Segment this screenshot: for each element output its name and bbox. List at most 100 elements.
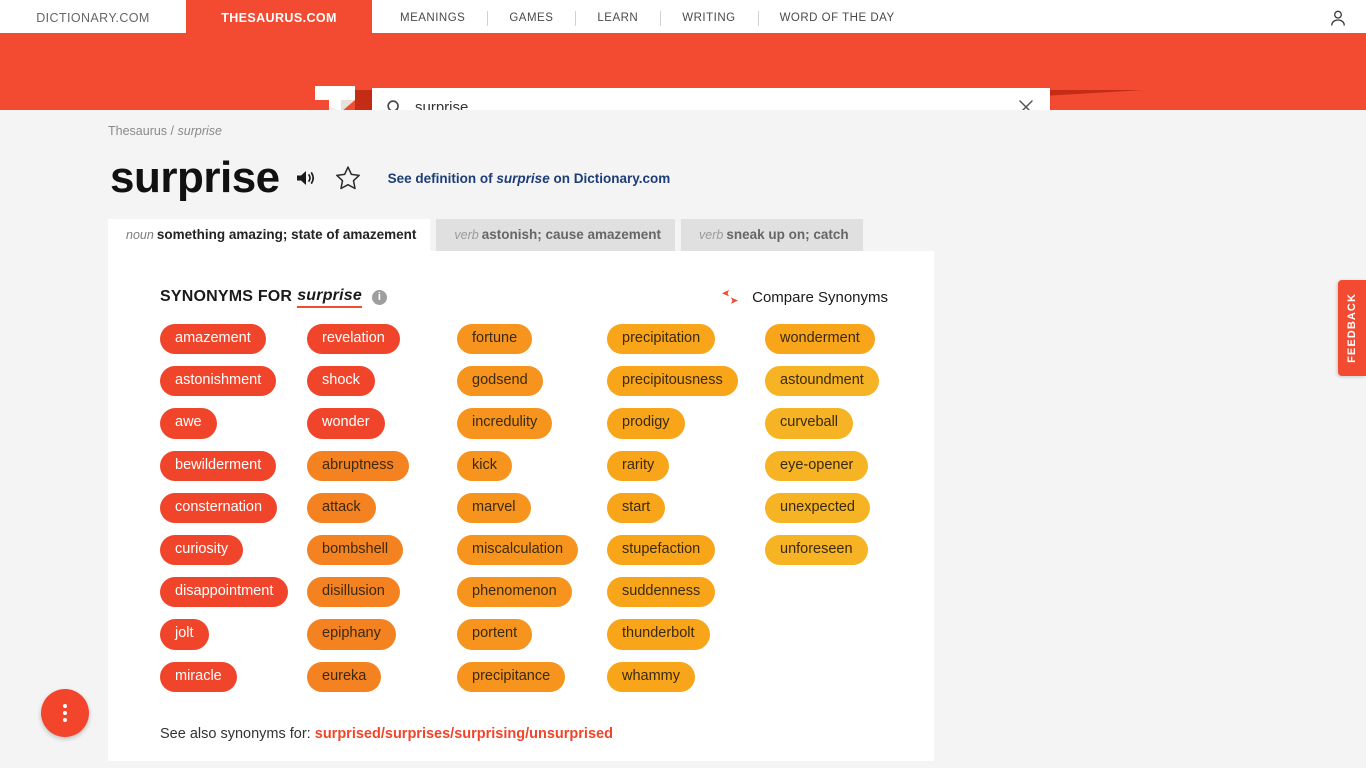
synonym-chip[interactable]: amazement <box>160 323 266 355</box>
synonym-chip[interactable]: suddenness <box>607 577 716 608</box>
star-favorite-icon <box>335 166 360 190</box>
tab-pos-label: verb <box>699 228 724 242</box>
see-definition-word: surprise <box>496 170 550 186</box>
synonym-chip[interactable]: stupefaction <box>607 534 716 566</box>
synonym-chip[interactable]: unexpected <box>765 492 870 523</box>
see-also-word-surprised[interactable]: surprised <box>315 726 381 742</box>
synonym-chip[interactable]: start <box>607 492 666 523</box>
synonym-chip[interactable]: whammy <box>607 661 696 692</box>
synonym-chip[interactable]: rarity <box>607 450 670 481</box>
synonym-chip[interactable]: curveball <box>765 408 854 439</box>
synonym-chip[interactable]: eye-opener <box>765 450 869 481</box>
synonym-column-5: wonderment astoundment curveball eye-ope… <box>765 323 912 704</box>
synonym-chip[interactable]: curiosity <box>160 534 244 566</box>
headword-row: surprise See definition of surprise on D… <box>0 138 1366 200</box>
search-band <box>0 36 1366 110</box>
user-account-icon <box>1331 10 1345 26</box>
synonym-chip[interactable]: kick <box>457 450 512 481</box>
nav-site-dictionary[interactable]: DICTIONARY.COM <box>0 0 186 36</box>
synonym-chip[interactable]: incredulity <box>457 408 553 439</box>
see-definition-suffix: on Dictionary.com <box>553 170 671 186</box>
vertical-dots-icon <box>63 703 67 708</box>
nav-link-learn[interactable]: LEARN <box>575 2 660 35</box>
synonyms-for-word: surprise <box>297 287 362 308</box>
synonym-chip[interactable]: consternation <box>160 492 278 523</box>
synonym-chip[interactable]: miracle <box>160 661 237 692</box>
nav-site-thesaurus[interactable]: THESAURUS.COM <box>186 0 372 36</box>
tab-noun-something-amazing[interactable]: noun something amazing; state of amazemen… <box>108 219 431 251</box>
nav-link-writing-label: WRITING <box>682 11 736 24</box>
nav-link-writing[interactable]: WRITING <box>660 2 757 35</box>
nav-link-word-of-the-day-label: WORD OF THE DAY <box>779 11 895 24</box>
nav-site-thesaurus-label: THESAURUS.COM <box>221 11 337 25</box>
synonym-chip[interactable]: awe <box>160 408 217 439</box>
more-options-fab[interactable] <box>41 688 89 737</box>
user-account-button[interactable] <box>1328 0 1366 36</box>
synonym-chip[interactable]: jolt <box>160 619 209 650</box>
tab-pos-label: noun <box>126 228 154 242</box>
synonym-chip[interactable]: wonder <box>307 408 385 439</box>
synonym-chip[interactable]: precipitation <box>607 323 716 355</box>
synonym-chip[interactable]: marvel <box>457 492 531 523</box>
top-navigation-bar: DICTIONARY.COM THESAURUS.COM MEANINGS GA… <box>0 0 1366 36</box>
nav-link-learn-label: LEARN <box>597 11 639 24</box>
see-definition-prefix: See definition of <box>387 170 493 186</box>
synonym-chip[interactable]: revelation <box>307 323 400 355</box>
breadcrumb-root[interactable]: Thesaurus <box>108 124 167 138</box>
synonym-chip[interactable]: astonishment <box>160 366 277 397</box>
synonym-chip[interactable]: bewilderment <box>160 450 277 481</box>
favorite-button[interactable] <box>334 164 362 192</box>
see-also-prefix: See also synonyms for: <box>160 725 311 742</box>
synonym-chip[interactable]: godsend <box>457 366 543 397</box>
thesaurus-t-logo[interactable] <box>315 86 355 110</box>
breadcrumb-separator: / <box>170 124 175 138</box>
synonym-chip[interactable]: abruptness <box>307 450 409 481</box>
nav-link-games-label: GAMES <box>509 11 554 24</box>
synonym-chip[interactable]: bombshell <box>307 534 404 566</box>
synonym-chip[interactable]: epiphany <box>307 619 396 650</box>
nav-link-games[interactable]: GAMES <box>487 2 575 35</box>
audio-pronounce-button[interactable] <box>294 166 318 190</box>
feedback-label: FEEDBACK <box>1346 293 1358 363</box>
tab-pos-label: verb <box>454 228 479 242</box>
search-clear-button[interactable] <box>1002 99 1050 110</box>
tab-verb-sneak-up-on[interactable]: verb sneak up on; catch <box>681 219 863 251</box>
nav-link-meanings-label: MEANINGS <box>400 11 466 24</box>
synonym-chip[interactable]: unforeseen <box>765 534 868 566</box>
see-also-word-surprising[interactable]: surprising <box>454 726 525 742</box>
synonym-chip[interactable]: precipitousness <box>607 366 738 397</box>
synonym-chip[interactable]: prodigy <box>607 408 685 439</box>
synonym-chip[interactable]: precipitance <box>457 661 566 692</box>
page-content: Thesaurus / surprise surprise See defini… <box>0 110 1366 761</box>
tab-sense-label: something amazing; state of amazement <box>156 227 417 242</box>
synonym-chip[interactable]: fortune <box>457 323 533 355</box>
synonym-chip[interactable]: disillusion <box>307 577 400 608</box>
page-title: surprise <box>110 153 280 202</box>
synonym-chip[interactable]: thunderbolt <box>607 619 710 650</box>
synonym-chip[interactable]: portent <box>457 619 533 650</box>
synonym-chip[interactable]: shock <box>307 366 375 397</box>
synonym-chip[interactable]: wonderment <box>765 323 875 355</box>
synonym-chip[interactable]: eureka <box>307 661 382 692</box>
synonym-column-1: amazement astonishment awe bewilderment … <box>160 323 307 704</box>
info-circle-icon[interactable]: i <box>371 289 387 305</box>
search-input[interactable] <box>413 97 1002 110</box>
vertical-dots-icon <box>63 710 67 715</box>
synonym-chip[interactable]: phenomenon <box>457 577 572 608</box>
synonym-chip[interactable]: attack <box>307 492 376 523</box>
synonym-chip[interactable]: astoundment <box>765 366 879 397</box>
synonym-column-2: revelation shock wonder abruptness attac… <box>307 323 457 704</box>
nav-link-meanings[interactable]: MEANINGS <box>378 2 487 35</box>
tab-verb-astonish[interactable]: verb astonish; cause amazement <box>436 219 676 251</box>
compare-synonyms-button[interactable]: Compare Synonyms <box>720 288 888 306</box>
see-also-word-surprises[interactable]: surprises <box>385 726 450 742</box>
see-also-word-unsurprised[interactable]: unsurprised <box>529 726 613 742</box>
nav-link-word-of-the-day[interactable]: WORD OF THE DAY <box>757 2 917 35</box>
synonym-chip[interactable]: disappointment <box>160 577 289 608</box>
search-icon <box>372 99 413 110</box>
feedback-tab[interactable]: FEEDBACK <box>1338 280 1366 376</box>
synonyms-columns: amazement astonishment awe bewilderment … <box>108 308 934 704</box>
audio-speaker-icon <box>296 171 314 185</box>
synonym-chip[interactable]: miscalculation <box>457 534 579 566</box>
see-definition-link[interactable]: See definition of surprise on Dictionary… <box>388 171 671 186</box>
